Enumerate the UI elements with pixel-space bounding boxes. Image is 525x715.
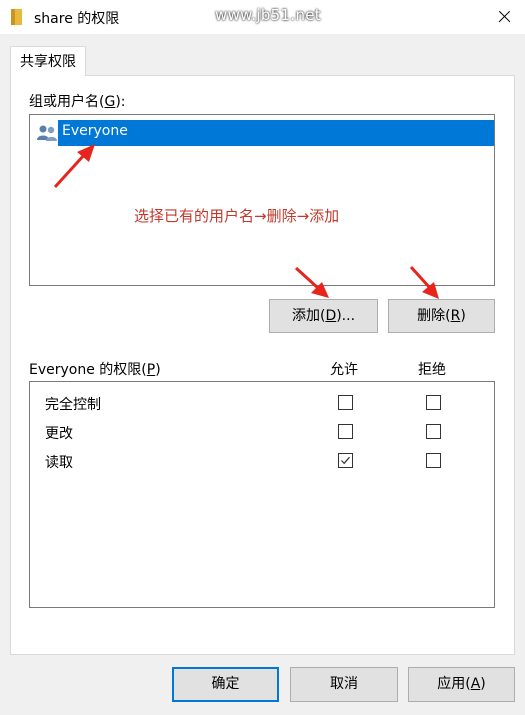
tab-share-permissions[interactable]: 共享权限 <box>10 46 86 76</box>
users-icon <box>37 125 57 141</box>
remove-button[interactable]: 删除(R) <box>388 299 495 333</box>
folder-icon <box>11 9 22 25</box>
deny-checkbox[interactable] <box>426 453 441 468</box>
selected-highlight: Everyone <box>58 120 494 146</box>
permissions-label: Everyone 的权限(P) <box>29 362 161 378</box>
title-bar: share 的权限 www.jb51.net <box>0 0 525 34</box>
permissions-list: 完全控制 更改 读取 <box>29 381 495 608</box>
list-item[interactable]: Everyone <box>33 120 494 146</box>
deny-checkbox[interactable] <box>426 424 441 439</box>
allow-checkbox[interactable] <box>338 424 353 439</box>
permission-name: 读取 <box>45 455 73 471</box>
allow-checkbox[interactable] <box>338 453 353 468</box>
permission-name: 更改 <box>45 426 73 442</box>
allow-checkbox[interactable] <box>338 395 353 410</box>
user-listbox[interactable]: Everyone <box>29 114 495 286</box>
window-title: share 的权限 <box>34 11 120 27</box>
group-label: 组或用户名(G): <box>29 94 126 110</box>
deny-header: 拒绝 <box>418 362 446 378</box>
permission-name: 完全控制 <box>45 397 101 413</box>
apply-button[interactable]: 应用(A) <box>408 667 515 702</box>
close-icon[interactable] <box>490 3 520 31</box>
watermark: www.jb51.net <box>215 6 321 24</box>
allow-header: 允许 <box>330 362 358 378</box>
cancel-button[interactable]: 取消 <box>290 667 398 702</box>
add-button[interactable]: 添加(D)... <box>269 299 378 333</box>
user-name: Everyone <box>62 123 128 139</box>
ok-button[interactable]: 确定 <box>172 667 279 702</box>
annotation-text: 选择已有的用户名→删除→添加 <box>134 207 340 225</box>
deny-checkbox[interactable] <box>426 395 441 410</box>
